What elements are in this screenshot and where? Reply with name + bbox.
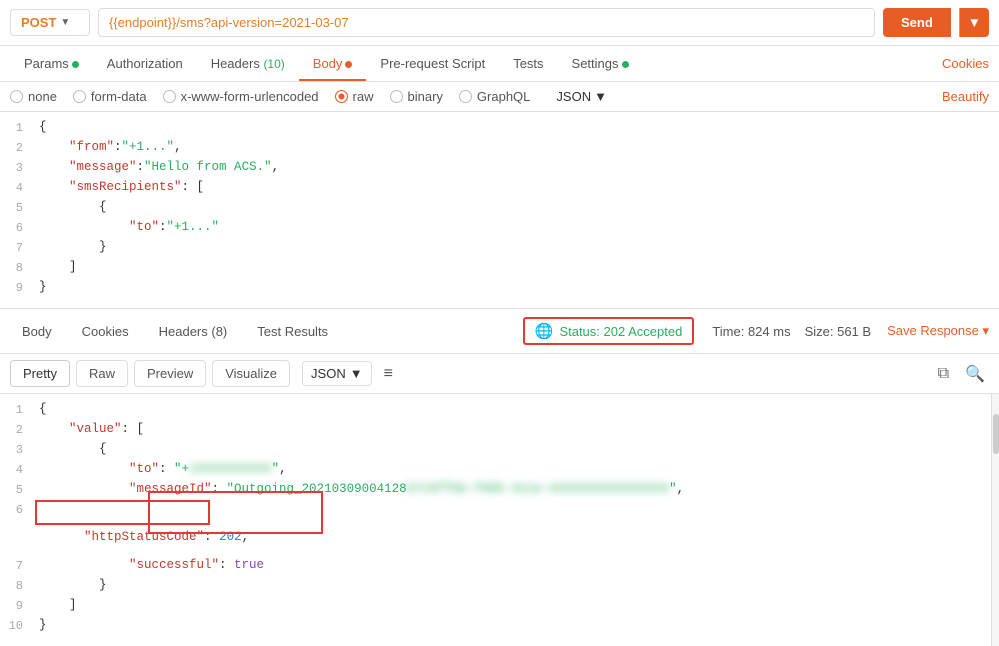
method-label: POST [21, 15, 56, 30]
req-line-7: 7 } [0, 240, 999, 260]
tab-settings[interactable]: Settings [558, 46, 643, 81]
request-code-editor[interactable]: 1 { 2 "from":"+1...", 3 "message":"Hello… [0, 112, 999, 309]
req-line-4: 4 "smsRecipients": [ [0, 180, 999, 200]
view-pretty-button[interactable]: Pretty [10, 360, 70, 387]
req-line-2: 2 "from":"+1...", [0, 140, 999, 160]
req-line-8: 8 ] [0, 260, 999, 280]
request-tabs: Params Authorization Headers (10) Body P… [0, 46, 999, 82]
resp-line-4: 4 "to": "+1XXXXXXXXXX", [0, 462, 999, 482]
settings-dot [622, 61, 629, 68]
format-dropdown[interactable]: JSON ▼ [556, 89, 607, 104]
radio-form-data[interactable]: form-data [73, 89, 147, 104]
tab-authorization[interactable]: Authorization [93, 46, 197, 81]
params-dot [72, 61, 79, 68]
req-line-1: 1 { [0, 120, 999, 140]
status-text: Status: 202 Accepted [559, 324, 682, 339]
response-code-editor[interactable]: 1 { 2 "value": [ 3 { 4 "to": "+1XXXXXXXX… [0, 394, 999, 646]
body-dot [345, 61, 352, 68]
search-button[interactable]: 🔍 [961, 362, 989, 386]
req-line-9: 9 } [0, 280, 999, 300]
response-header: Body Cookies Headers (8) Test Results 🌐 … [0, 309, 999, 354]
radio-raw-circle [335, 90, 348, 103]
resp-format-dropdown[interactable]: JSON ▼ [302, 361, 372, 386]
resp-format-label: JSON [311, 366, 346, 381]
resp-line-9: 9 ] [0, 598, 999, 618]
send-dropdown-button[interactable]: ▼ [959, 8, 989, 37]
resp-line-5: 5 "messageId": "Outgoing_202103090041285… [0, 482, 999, 502]
resp-tab-body[interactable]: Body [10, 318, 64, 345]
save-response-button[interactable]: Save Response ▾ [887, 323, 989, 339]
resp-line-3: 3 { [0, 442, 999, 462]
send-button[interactable]: Send [883, 8, 951, 37]
globe-icon: 🌐 [535, 322, 554, 340]
resp-line-7: 7 "successful": true [0, 558, 999, 578]
req-line-6: 6 "to":"+1..." [0, 220, 999, 240]
beautify-button[interactable]: Beautify [942, 89, 989, 104]
view-preview-button[interactable]: Preview [134, 360, 206, 387]
url-input[interactable] [98, 8, 875, 37]
radio-graphql-circle [459, 90, 472, 103]
scrollbar[interactable] [991, 394, 999, 646]
resp-format-chevron-icon: ▼ [350, 366, 363, 381]
tab-params[interactable]: Params [10, 46, 93, 81]
radio-form-data-circle [73, 90, 86, 103]
save-response-label: Save Response [887, 323, 979, 338]
tab-tests[interactable]: Tests [499, 46, 557, 81]
filter-icon[interactable]: ≡ [384, 365, 393, 383]
tab-headers[interactable]: Headers (10) [197, 46, 299, 81]
radio-urlencoded-circle [163, 90, 176, 103]
radio-binary-circle [390, 90, 403, 103]
cookies-link[interactable]: Cookies [942, 56, 989, 71]
format-label: JSON [556, 89, 591, 104]
radio-none[interactable]: none [10, 89, 57, 104]
radio-binary[interactable]: binary [390, 89, 443, 104]
resp-line-6: 6 "httpStatusCode": 202, [0, 502, 999, 558]
radio-graphql[interactable]: GraphQL [459, 89, 530, 104]
size-text: Size: 561 B [805, 324, 872, 339]
method-dropdown[interactable]: POST ▼ [10, 9, 90, 36]
resp-line-2: 2 "value": [ [0, 422, 999, 442]
tab-body[interactable]: Body [299, 46, 367, 81]
response-view-row: Pretty Raw Preview Visualize JSON ▼ ≡ ⧉ … [0, 354, 999, 394]
copy-button[interactable]: ⧉ [934, 362, 953, 386]
format-chevron-icon: ▼ [594, 89, 607, 104]
req-line-3: 3 "message":"Hello from ACS.", [0, 160, 999, 180]
status-badge: 🌐 Status: 202 Accepted [523, 317, 695, 345]
radio-urlencoded[interactable]: x-www-form-urlencoded [163, 89, 319, 104]
radio-none-circle [10, 90, 23, 103]
resp-line-10: 10 } [0, 618, 999, 638]
req-line-5: 5 { [0, 200, 999, 220]
scrollbar-thumb[interactable] [993, 414, 999, 454]
time-text: Time: 824 ms [712, 324, 790, 339]
resp-tab-headers[interactable]: Headers (8) [147, 318, 240, 345]
method-chevron-icon: ▼ [60, 17, 70, 28]
top-bar: POST ▼ Send ▼ [0, 0, 999, 46]
resp-line-8: 8 } [0, 578, 999, 598]
view-visualize-button[interactable]: Visualize [212, 360, 290, 387]
body-type-row: none form-data x-www-form-urlencoded raw… [0, 82, 999, 112]
tab-pre-request[interactable]: Pre-request Script [366, 46, 499, 81]
resp-line-1: 1 { [0, 402, 999, 422]
resp-tab-cookies[interactable]: Cookies [70, 318, 141, 345]
view-raw-button[interactable]: Raw [76, 360, 128, 387]
resp-tab-test-results[interactable]: Test Results [245, 318, 340, 345]
resp-right-icons: ⧉ 🔍 [934, 362, 989, 386]
radio-raw[interactable]: raw [335, 89, 374, 104]
